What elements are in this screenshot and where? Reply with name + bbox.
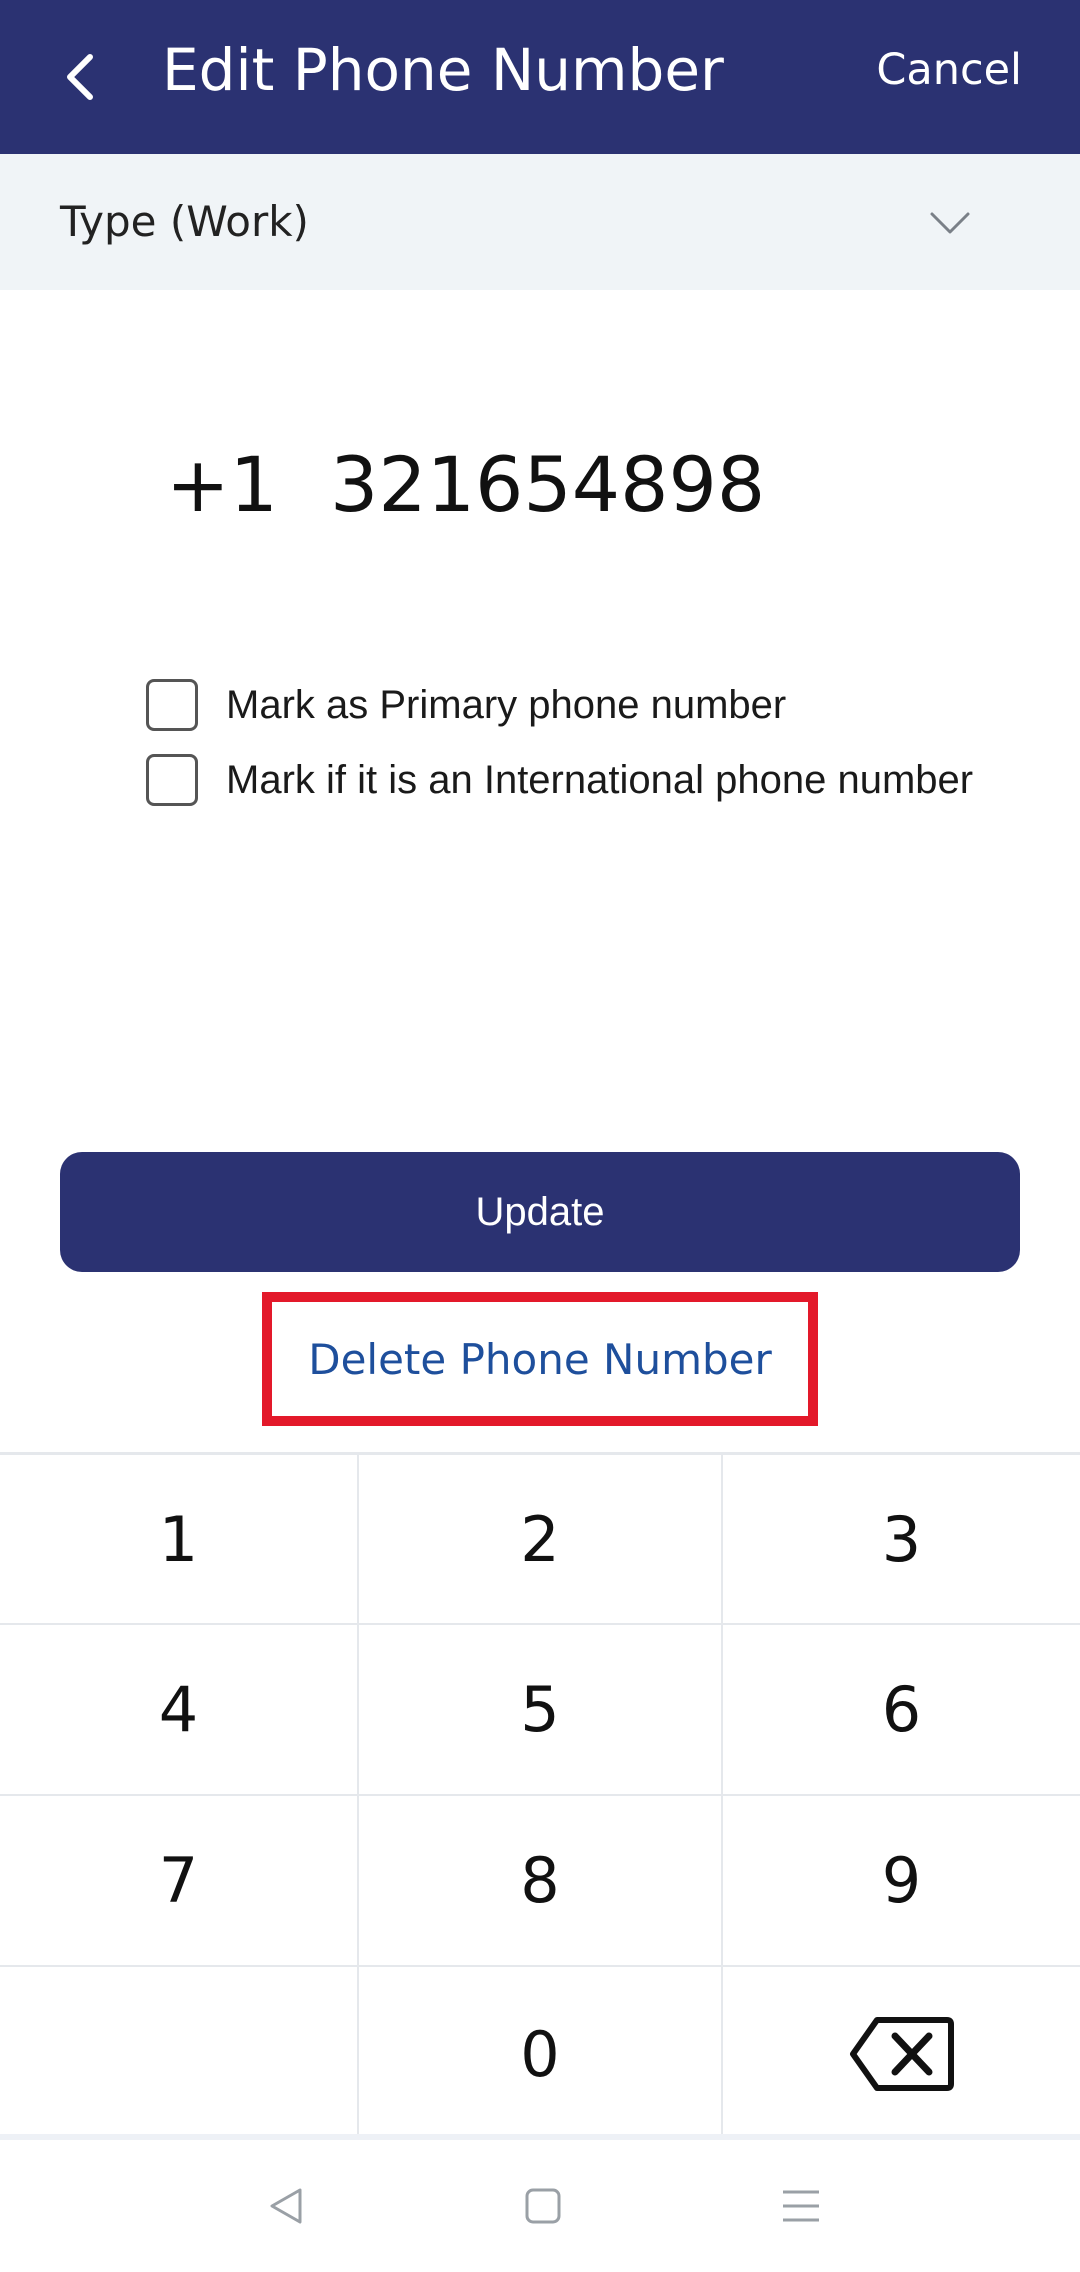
back-button[interactable] (40, 37, 120, 117)
key-0[interactable]: 0 (359, 1967, 721, 2141)
nav-home-button[interactable] (505, 2168, 581, 2244)
key-7[interactable]: 7 (0, 1796, 357, 1965)
international-number-label: Mark if it is an International phone num… (226, 757, 974, 802)
country-code[interactable]: +1 (166, 420, 278, 550)
key-5[interactable]: 5 (359, 1625, 721, 1794)
phone-number-input[interactable]: +1 321654898 (0, 420, 1080, 550)
primary-number-option[interactable]: Mark as Primary phone number (146, 675, 786, 735)
phone-number-value: 321654898 (330, 440, 766, 529)
key-4[interactable]: 4 (0, 1625, 357, 1794)
nav-menu-icon (783, 2190, 819, 2222)
chevron-left-icon (67, 54, 93, 100)
key-1[interactable]: 1 (0, 1455, 357, 1623)
cancel-button[interactable]: Cancel (876, 0, 1022, 140)
key-3[interactable]: 3 (723, 1455, 1080, 1623)
primary-number-checkbox[interactable] (146, 679, 198, 731)
page-title: Edit Phone Number (162, 36, 724, 104)
delete-phone-number-button[interactable]: Delete Phone Number (262, 1292, 818, 1426)
backspace-icon (849, 2017, 954, 2091)
key-8[interactable]: 8 (359, 1796, 721, 1965)
key-empty (0, 1967, 357, 2141)
phone-type-label: Type (Work) (60, 197, 309, 246)
key-6[interactable]: 6 (723, 1625, 1080, 1794)
app-header: Edit Phone Number Cancel (0, 0, 1080, 154)
international-number-option[interactable]: Mark if it is an International phone num… (146, 750, 973, 810)
update-button[interactable]: Update (60, 1152, 1020, 1272)
nav-back-icon (270, 2188, 302, 2224)
nav-menu-button[interactable] (763, 2168, 839, 2244)
chevron-down-icon (930, 212, 970, 234)
key-2[interactable]: 2 (359, 1455, 721, 1623)
system-navigation-bar (0, 2140, 1080, 2272)
phone-type-dropdown[interactable]: Type (Work) (0, 154, 1080, 290)
international-number-checkbox[interactable] (146, 754, 198, 806)
delete-phone-number-label: Delete Phone Number (308, 1334, 772, 1384)
numeric-keypad: 1 2 3 4 5 6 7 8 9 0 (0, 1452, 1080, 2141)
key-9[interactable]: 9 (723, 1796, 1080, 1965)
nav-back-button[interactable] (248, 2168, 324, 2244)
primary-number-label: Mark as Primary phone number (226, 682, 787, 727)
backspace-key[interactable] (723, 1967, 1080, 2141)
nav-home-icon (525, 2188, 561, 2224)
